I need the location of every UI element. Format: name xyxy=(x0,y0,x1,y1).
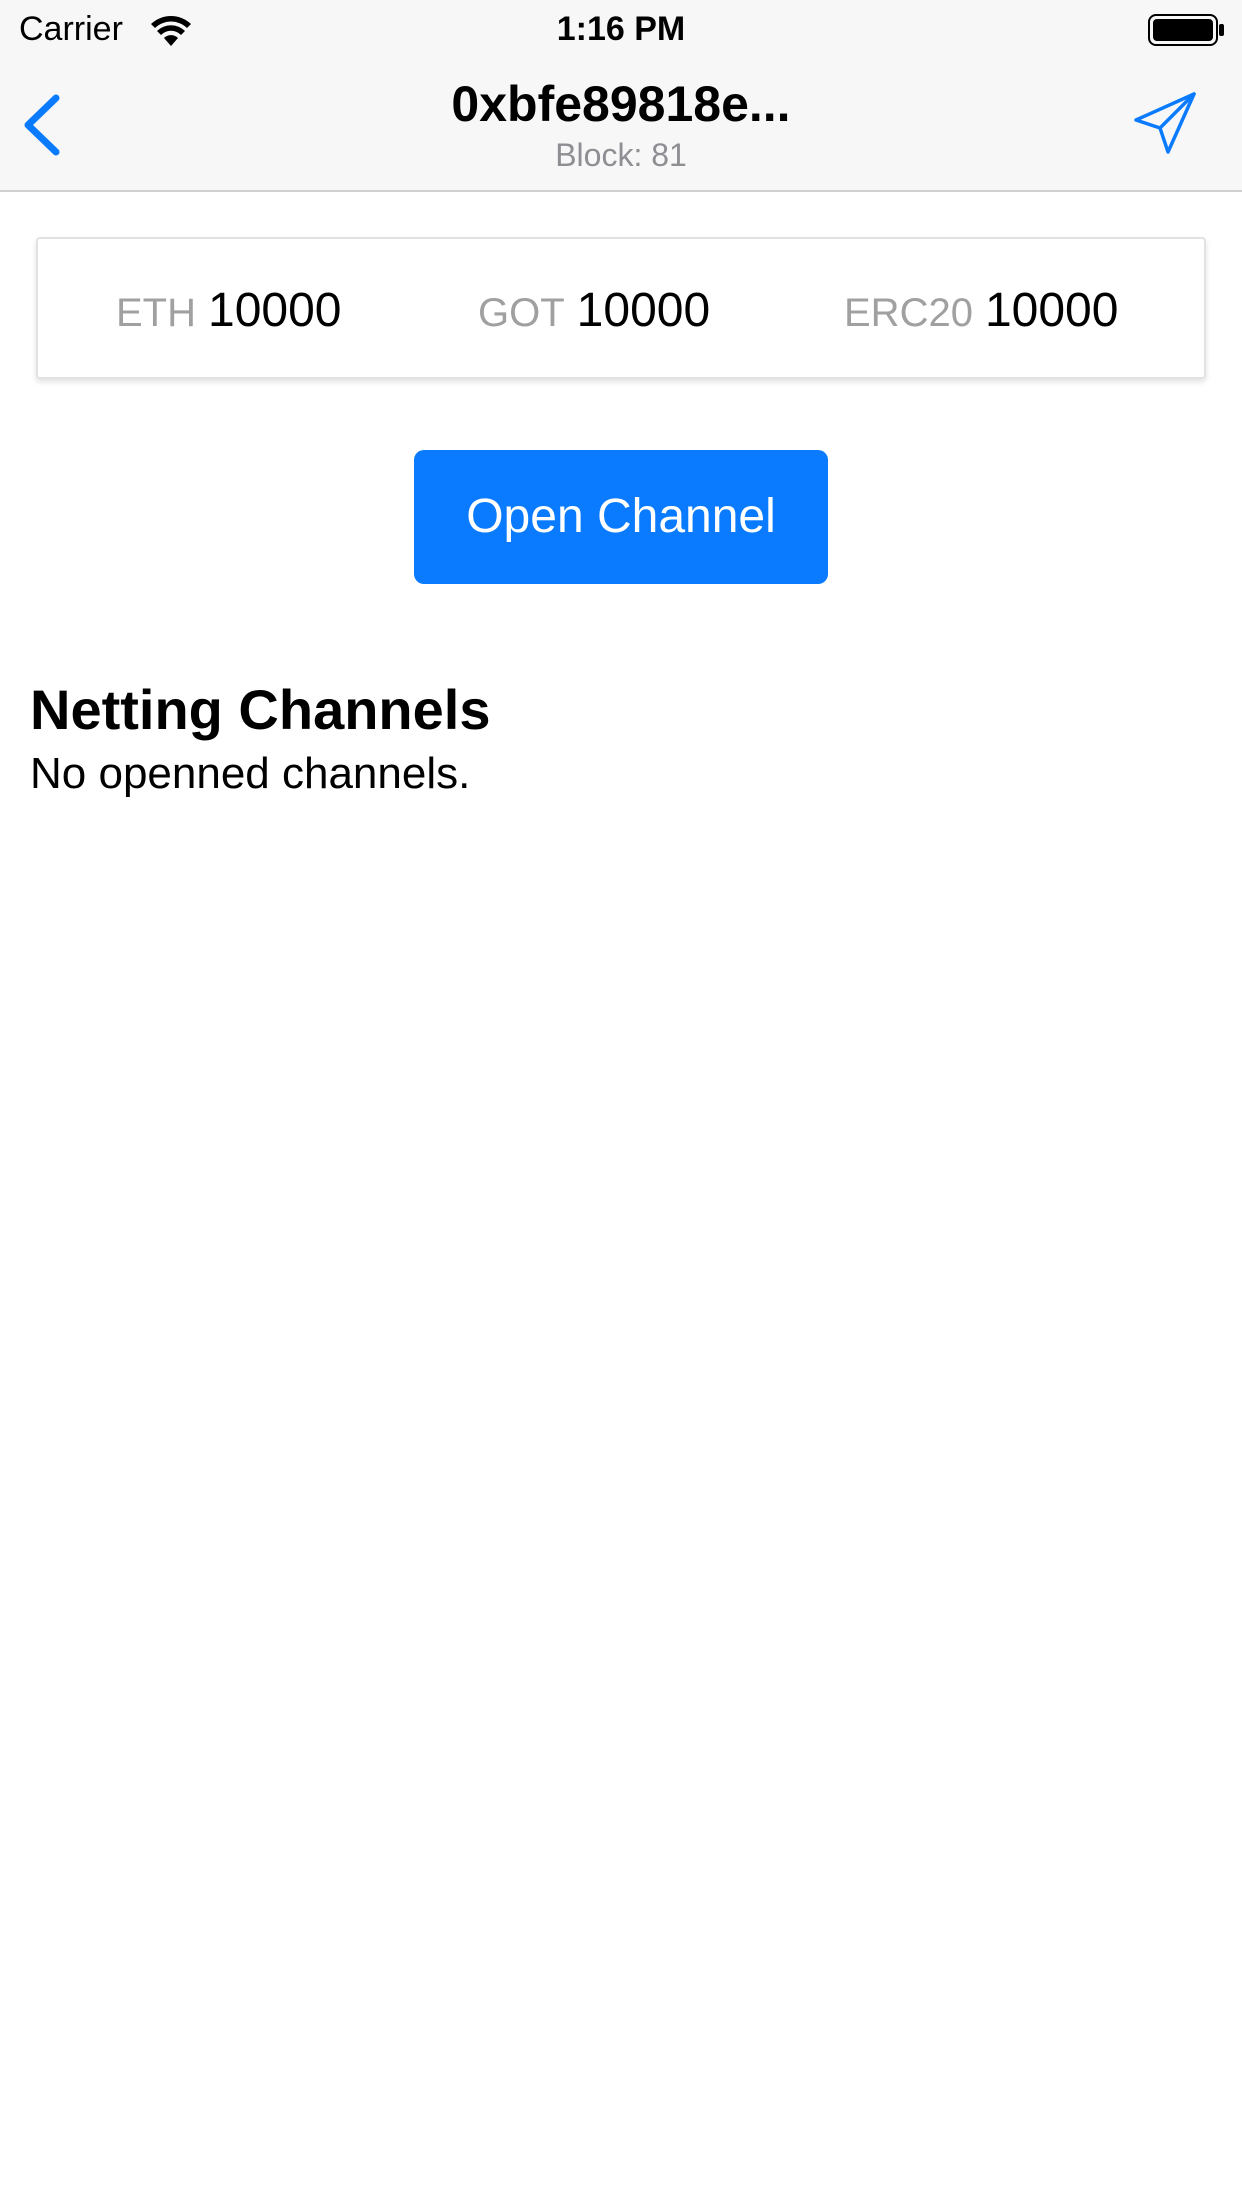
balance-symbol: GOT xyxy=(478,291,565,335)
empty-channels-text: No openned channels. xyxy=(30,749,471,798)
block-subtitle: Block: 81 xyxy=(555,137,687,173)
paper-plane-icon[interactable] xyxy=(1130,88,1200,158)
balance-got: GOT 10000 xyxy=(478,283,710,338)
page-title: 0xbfe89818e... xyxy=(451,76,791,132)
navigation-bar: 0xbfe89818e... Block: 81 xyxy=(0,60,1242,192)
balance-eth: ETH 10000 xyxy=(116,283,341,338)
section-title: Netting Channels xyxy=(30,678,491,741)
battery-icon xyxy=(1148,14,1224,46)
clock: 1:16 PM xyxy=(556,10,686,48)
balance-value: 10000 xyxy=(984,284,1119,337)
balance-value: 10000 xyxy=(576,284,711,337)
balances-card: ETH 10000 GOT 10000 ERC20 10000 xyxy=(36,237,1206,379)
balance-value: 10000 xyxy=(208,284,342,337)
balance-symbol: ETH xyxy=(116,291,196,335)
open-channel-button[interactable]: Open Channel xyxy=(414,450,828,584)
balance-symbol: ERC20 xyxy=(844,291,973,335)
status-bar: Carrier 1:16 PM xyxy=(0,0,1242,60)
balance-erc20: ERC20 10000 xyxy=(844,283,1118,338)
